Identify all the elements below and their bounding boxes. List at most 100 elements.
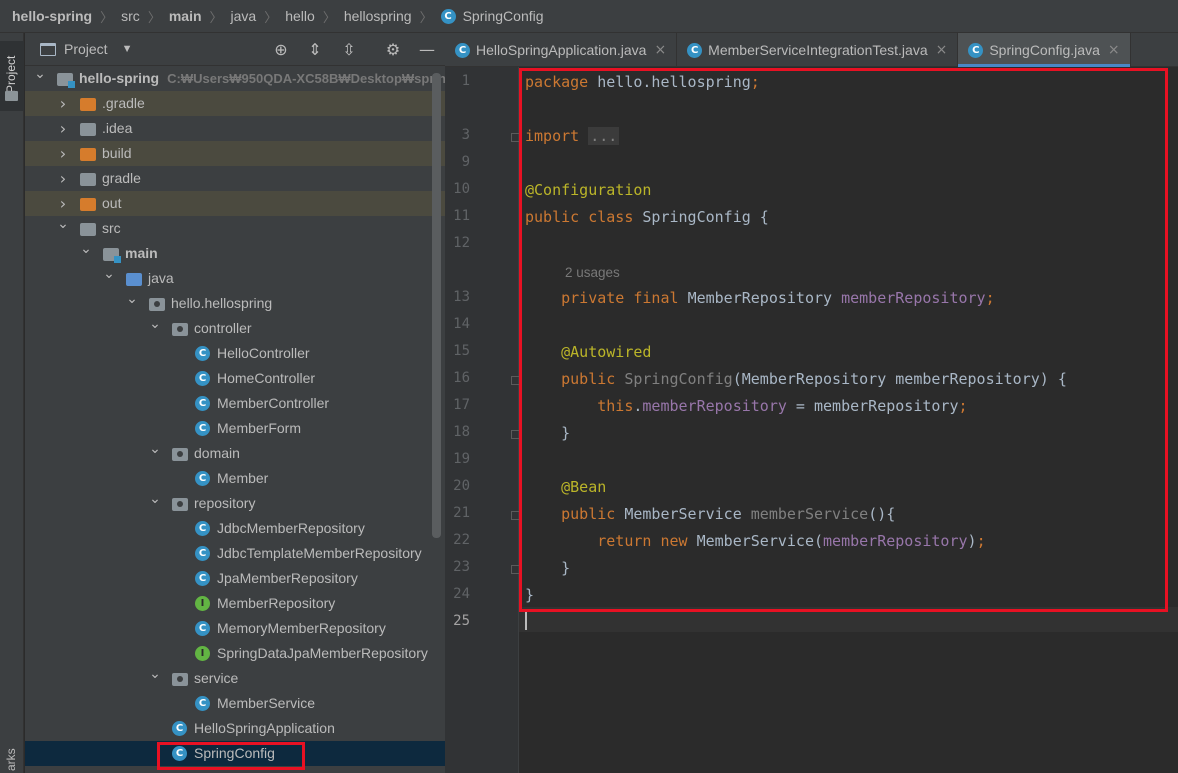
chevron-right-icon[interactable]: › bbox=[56, 116, 70, 141]
tree-item-jdbctemplatememberrepository[interactable]: C JdbcTemplateMemberRepository bbox=[25, 541, 445, 566]
code-line: @Bean bbox=[525, 478, 606, 496]
line-number: 21 bbox=[453, 505, 470, 521]
tree-item-label: MemberForm bbox=[217, 420, 302, 436]
package-icon bbox=[172, 498, 188, 511]
tree-item-hellospringapplication[interactable]: C HelloSpringApplication bbox=[25, 716, 445, 741]
locate-target-icon[interactable]: ⊕ bbox=[271, 40, 291, 60]
tree-item-label: java bbox=[148, 270, 174, 286]
breadcrumb-separator-icon: 〉 bbox=[147, 9, 161, 25]
tree-item-hello-spring[interactable]: ⌄ hello-spring C:₩Users₩950QDA-XC58B₩Deskt… bbox=[25, 66, 445, 91]
chevron-right-icon[interactable]: › bbox=[56, 166, 70, 191]
tree-item-memberservice[interactable]: C MemberService bbox=[25, 691, 445, 716]
breadcrumb-item-springconfig[interactable]: SpringConfig bbox=[463, 8, 544, 24]
module-folder-icon bbox=[57, 73, 75, 88]
tree-item-label: build bbox=[102, 145, 132, 161]
excluded-folder-icon bbox=[80, 98, 96, 111]
tree-item-jdbcmemberrepository[interactable]: C JdbcMemberRepository bbox=[25, 516, 445, 541]
usages-hint[interactable]: 2 usages bbox=[565, 265, 620, 280]
tree-item-out[interactable]: › out bbox=[25, 191, 445, 216]
close-icon[interactable]: × bbox=[936, 42, 948, 58]
breadcrumb-item-hello-spring[interactable]: hello-spring bbox=[12, 8, 92, 24]
tab-memberserviceintegrationtest-java[interactable]: C MemberServiceIntegrationTest.java × bbox=[677, 33, 959, 67]
tree-item-controller[interactable]: ⌄ controller bbox=[25, 316, 445, 341]
tree-item-label: out bbox=[102, 195, 122, 211]
code-token: } bbox=[525, 424, 571, 442]
tab-label: SpringConfig.java bbox=[989, 42, 1100, 58]
excluded-folder-icon bbox=[80, 148, 96, 161]
tree-item-jpamemberrepository[interactable]: C JpaMemberRepository bbox=[25, 566, 445, 591]
breadcrumb: hello-spring 〉 src 〉 main 〉 java 〉 hello 〉 hellosp… bbox=[0, 0, 1178, 33]
chevron-down-icon[interactable]: ⌄ bbox=[102, 262, 116, 287]
spring-class-icon: C bbox=[172, 721, 187, 736]
class-icon: C bbox=[195, 396, 210, 411]
interface-icon: I bbox=[195, 596, 210, 611]
line-number: 20 bbox=[453, 478, 470, 494]
code-token: memberRepository bbox=[823, 532, 968, 550]
tree-item-gradle[interactable]: › .gradle bbox=[25, 91, 445, 116]
breadcrumb-separator-icon: 〉 bbox=[264, 9, 278, 25]
chevron-down-icon[interactable]: ⌄ bbox=[148, 437, 162, 462]
code-token: (MemberRepository memberRepository) { bbox=[732, 370, 1067, 388]
folded-imports[interactable]: ... bbox=[588, 127, 620, 145]
chevron-right-icon[interactable]: › bbox=[56, 91, 70, 116]
tree-item-main[interactable]: ⌄ main bbox=[25, 241, 445, 266]
code-token: package bbox=[525, 73, 598, 91]
chevron-down-icon[interactable]: ⌄ bbox=[56, 212, 70, 237]
close-icon[interactable]: × bbox=[1108, 42, 1120, 58]
project-view-selector[interactable]: Project bbox=[64, 41, 108, 57]
tree-item-repository[interactable]: ⌄ repository bbox=[25, 491, 445, 516]
chevron-down-icon[interactable]: ⌄ bbox=[33, 62, 47, 87]
line-number: 13 bbox=[453, 289, 470, 305]
tree-item-java[interactable]: ⌄ java bbox=[25, 266, 445, 291]
breadcrumb-item-src[interactable]: src bbox=[121, 8, 140, 24]
tree-item-membercontroller[interactable]: C MemberController bbox=[25, 391, 445, 416]
folder-icon[interactable] bbox=[5, 91, 18, 101]
tab-hellospringapplication-java[interactable]: C HelloSpringApplication.java × bbox=[445, 33, 678, 67]
tree-item-homecontroller[interactable]: C HomeController bbox=[25, 366, 445, 391]
chevron-down-icon[interactable]: ⌄ bbox=[125, 287, 139, 312]
tree-item-service[interactable]: ⌄ service bbox=[25, 666, 445, 691]
gear-icon[interactable]: ⚙ bbox=[383, 40, 403, 60]
breadcrumb-item-main[interactable]: main bbox=[169, 8, 202, 24]
tree-item-memberrepository[interactable]: I MemberRepository bbox=[25, 591, 445, 616]
tree-item-domain[interactable]: ⌄ domain bbox=[25, 441, 445, 466]
tree-scrollbar[interactable] bbox=[432, 73, 441, 538]
project-window-icon bbox=[40, 42, 56, 56]
code-line: import ... bbox=[525, 127, 620, 145]
code-editor[interactable]: package hello.hellospring; import ... @Con… bbox=[519, 67, 1178, 773]
chevron-down-icon[interactable]: ⌄ bbox=[79, 237, 93, 262]
tree-item-memorymemberrepository[interactable]: C MemoryMemberRepository bbox=[25, 616, 445, 641]
tree-item-gradle[interactable]: › gradle bbox=[25, 166, 445, 191]
code-token: ) bbox=[967, 532, 977, 550]
tree-item-label: JpaMemberRepository bbox=[217, 570, 358, 586]
breadcrumb-item-hellospring[interactable]: hellospring bbox=[344, 8, 412, 24]
tree-item-memberform[interactable]: C MemberForm bbox=[25, 416, 445, 441]
code-line: package hello.hellospring; bbox=[525, 73, 760, 91]
chevron-down-icon[interactable]: ▼ bbox=[122, 43, 133, 55]
chevron-right-icon[interactable]: › bbox=[56, 141, 70, 166]
hide-panel-icon[interactable]: — bbox=[417, 40, 437, 60]
tree-item-hellocontroller[interactable]: C HelloController bbox=[25, 341, 445, 366]
tree-item-member[interactable]: C Member bbox=[25, 466, 445, 491]
chevron-down-icon[interactable]: ⌄ bbox=[148, 312, 162, 337]
tab-springconfig-java[interactable]: C SpringConfig.java × bbox=[958, 33, 1131, 67]
tree-item-label: src bbox=[102, 220, 121, 236]
chevron-down-icon[interactable]: ⌄ bbox=[148, 662, 162, 687]
package-icon bbox=[149, 298, 165, 311]
chevron-down-icon[interactable]: ⌄ bbox=[148, 487, 162, 512]
breadcrumb-item-java[interactable]: java bbox=[231, 8, 257, 24]
tree-item-springdatajpamemberrepository[interactable]: I SpringDataJpaMemberRepository bbox=[25, 641, 445, 666]
collapse-all-icon[interactable]: ⇳ bbox=[339, 40, 359, 60]
tree-item-build[interactable]: › build bbox=[25, 141, 445, 166]
close-icon[interactable]: × bbox=[654, 42, 666, 58]
code-token: } bbox=[525, 586, 535, 604]
tree-item-idea[interactable]: › .idea bbox=[25, 116, 445, 141]
bookmarks-tool-tab[interactable]: arks bbox=[4, 748, 18, 771]
expand-all-icon[interactable]: ⇕ bbox=[305, 40, 325, 60]
tree-item-label: Member bbox=[217, 470, 269, 486]
tree-item-hello-hellospring[interactable]: ⌄ hello.hellospring bbox=[25, 291, 445, 316]
code-token: @Autowired bbox=[561, 343, 652, 361]
breadcrumb-item-hello[interactable]: hello bbox=[285, 8, 315, 24]
